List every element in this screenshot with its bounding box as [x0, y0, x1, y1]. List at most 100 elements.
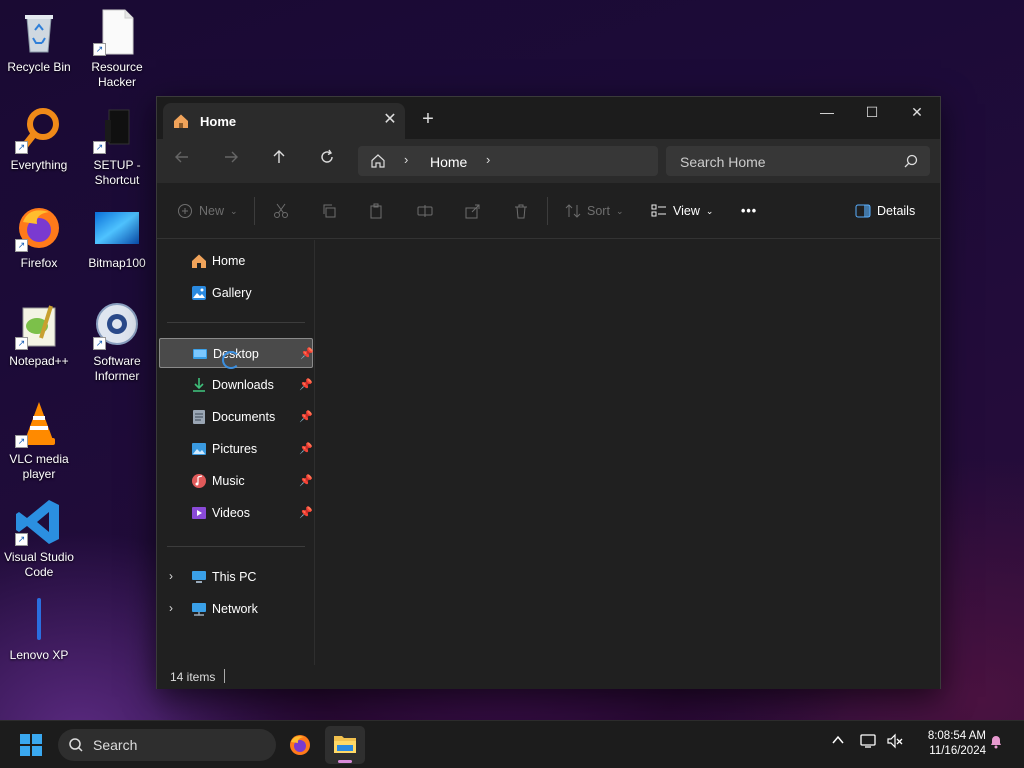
pin-icon[interactable]: 📌 — [299, 474, 313, 487]
forward-button[interactable] — [216, 147, 246, 175]
nav-item-gallery[interactable]: Gallery — [159, 278, 313, 308]
desktop-icon-bitmap100[interactable]: Bitmap100 — [78, 204, 156, 271]
search-box[interactable]: Search Home — [666, 146, 930, 176]
refresh-icon — [321, 149, 333, 163]
address-bar[interactable]: › Home › — [358, 146, 658, 176]
taskbar-search-box[interactable]: Search — [58, 729, 276, 761]
search-icon — [68, 737, 84, 758]
nav-item-pictures[interactable]: Pictures 📌 — [159, 434, 313, 464]
desktop-icon-setup[interactable]: ↗ SETUP - Shortcut — [78, 106, 156, 188]
shortcut-arrow-icon: ↗ — [15, 239, 28, 252]
desktop-icon-everything[interactable]: ↗ Everything — [0, 106, 78, 173]
pin-icon[interactable]: 📌 — [299, 410, 313, 423]
nav-item-music[interactable]: Music 📌 — [159, 466, 313, 496]
pin-icon[interactable]: 📌 — [300, 347, 314, 360]
new-tab-button[interactable]: + — [417, 109, 439, 131]
nav-item-home[interactable]: Home — [159, 246, 313, 276]
chevron-right-icon[interactable]: › — [486, 152, 490, 167]
nav-item-documents[interactable]: Documents 📌 — [159, 402, 313, 432]
taskbar-search-label: Search — [93, 737, 138, 753]
gallery-icon — [191, 285, 207, 301]
document-icon: ↗ — [93, 8, 141, 56]
nav-item-downloads[interactable]: Downloads 📌 — [159, 370, 313, 400]
details-button[interactable]: Details — [855, 200, 915, 222]
pictures-icon — [191, 441, 207, 457]
pin-icon[interactable]: 📌 — [299, 506, 313, 519]
desktop-icon-software-informer[interactable]: ↗ Software Informer — [78, 302, 156, 384]
chevron-right-icon[interactable]: › — [169, 601, 173, 615]
share-button[interactable] — [465, 200, 481, 222]
taskbar-app-file-explorer[interactable] — [325, 726, 365, 764]
maximize-button[interactable]: ☐ — [849, 97, 895, 129]
setup-icon: ↗ — [93, 106, 141, 154]
home-icon — [173, 113, 189, 134]
back-button[interactable] — [167, 147, 197, 175]
shortcut-arrow-icon: ↗ — [15, 533, 28, 546]
desktop-icon-notepadpp[interactable]: ↗ Notepad++ — [0, 302, 78, 369]
sort-label: Sort — [587, 204, 610, 218]
delete-button[interactable] — [513, 200, 529, 222]
taskbar-app-firefox[interactable] — [280, 726, 320, 764]
cut-button[interactable] — [273, 200, 289, 222]
desktop-folder-icon — [192, 346, 208, 362]
command-bar: New ⌄ Sort ⌄ View ⌄ ••• Details — [157, 183, 940, 239]
download-icon — [191, 377, 207, 393]
nav-label: Music — [212, 474, 245, 488]
share-icon — [465, 204, 480, 219]
desktop-icon-lenovo-xp[interactable]: Lenovo XP — [0, 596, 78, 663]
home-outline-icon[interactable] — [370, 153, 386, 174]
details-pane-icon — [855, 204, 871, 218]
tab-close-button[interactable]: ✕ — [379, 109, 401, 131]
display-icon[interactable] — [860, 733, 878, 752]
breadcrumb-home[interactable]: Home — [430, 154, 467, 170]
nav-item-this-pc[interactable]: › This PC — [159, 562, 313, 592]
vlc-icon: ↗ — [15, 400, 63, 448]
details-label: Details — [877, 204, 916, 218]
volume-muted-icon[interactable] — [886, 733, 904, 752]
desktop-icon-recycle-bin[interactable]: Recycle Bin — [0, 8, 78, 75]
copy-button[interactable] — [321, 200, 337, 222]
shortcut-arrow-icon: ↗ — [15, 435, 28, 448]
start-button[interactable] — [20, 734, 42, 756]
minimize-button[interactable]: — — [804, 97, 850, 129]
item-count: 14 items — [170, 670, 216, 684]
desktop-icon-vlc[interactable]: ↗ VLC media player — [0, 400, 78, 482]
scissors-icon — [274, 203, 288, 218]
file-explorer-icon — [334, 736, 356, 753]
rename-icon — [417, 205, 433, 217]
desktop-icon-firefox[interactable]: ↗ Firefox — [0, 204, 78, 271]
desktop-icon-resource-hacker[interactable]: ↗ Resource Hacker — [78, 8, 156, 90]
nav-label: Pictures — [212, 442, 258, 456]
arrow-left-icon — [175, 151, 188, 163]
desktop-icon-label: Lenovo XP — [9, 648, 69, 662]
system-clock[interactable]: 8:08:54 AM 11/16/2024 — [916, 729, 986, 759]
divider — [167, 322, 305, 323]
refresh-button[interactable] — [312, 147, 342, 175]
tab-home[interactable]: Home ✕ — [163, 103, 405, 139]
desktop-icon-vscode[interactable]: ↗ Visual Studio Code — [0, 498, 78, 580]
nav-item-videos[interactable]: Videos 📌 — [159, 498, 313, 528]
more-icon: ••• — [741, 204, 758, 218]
close-button[interactable]: ✕ — [894, 97, 940, 129]
view-button[interactable]: View ⌄ — [651, 200, 713, 222]
up-button[interactable] — [264, 147, 294, 175]
sort-button[interactable]: Sort ⌄ — [565, 200, 623, 222]
more-options-button[interactable]: ••• — [741, 200, 757, 222]
chevron-right-icon[interactable]: › — [404, 152, 408, 167]
rename-button[interactable] — [417, 200, 433, 222]
nav-label: Downloads — [212, 378, 274, 392]
notification-bell-icon[interactable] — [988, 733, 1004, 752]
content-area[interactable] — [316, 240, 940, 665]
nav-item-network[interactable]: › Network — [159, 594, 313, 624]
chevron-up-icon[interactable] — [831, 733, 845, 750]
chevron-right-icon[interactable]: › — [169, 569, 173, 583]
lenovo-xp-icon — [15, 596, 63, 644]
paste-button[interactable] — [368, 200, 384, 222]
clock-date: 11/16/2024 — [929, 745, 986, 757]
desktop-icon-label: Software Informer — [93, 354, 141, 383]
divider — [547, 197, 548, 225]
new-button[interactable]: New ⌄ — [177, 200, 238, 222]
nav-label: Gallery — [212, 286, 252, 300]
pin-icon[interactable]: 📌 — [299, 378, 313, 391]
pin-icon[interactable]: 📌 — [299, 442, 313, 455]
